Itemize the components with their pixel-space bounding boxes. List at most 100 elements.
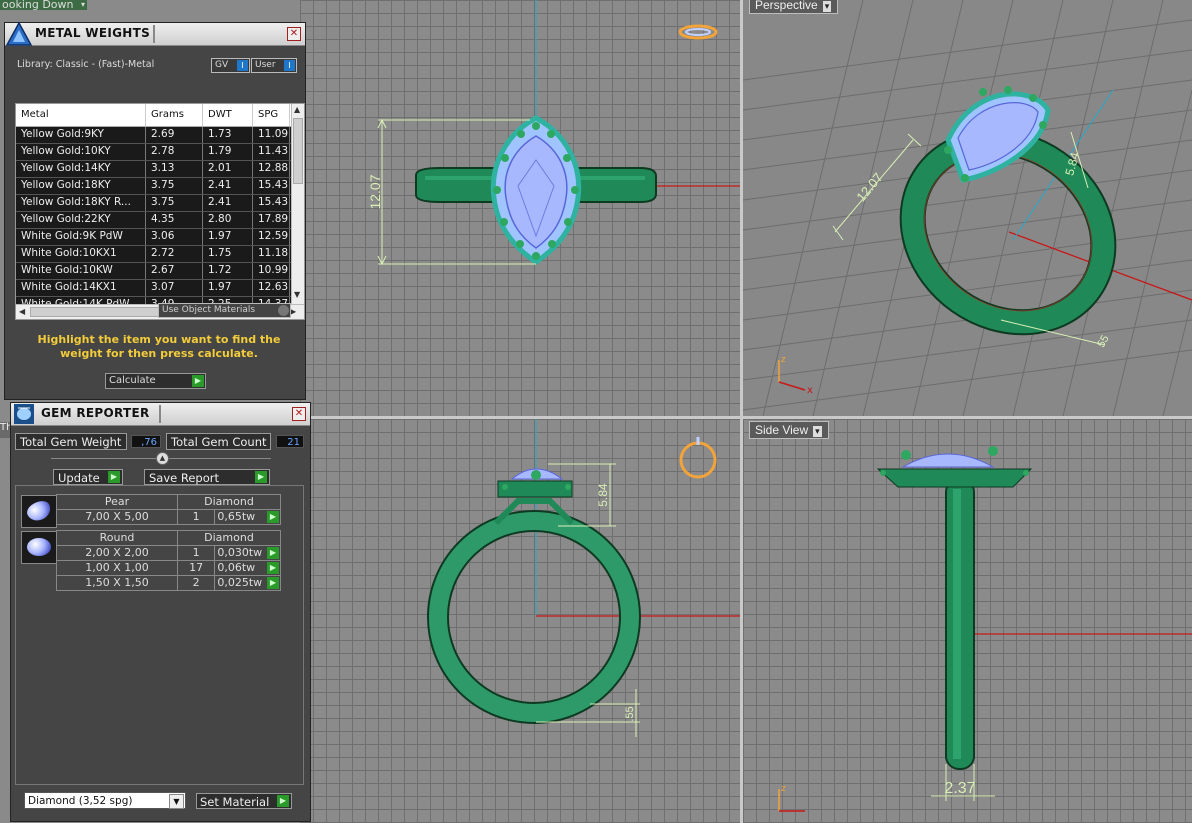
table-row[interactable]: Yellow Gold:22KY 4.35 2.80 17.89	[16, 212, 304, 229]
play-icon: ▶	[277, 795, 289, 807]
scroll-down-icon[interactable]: ▼	[294, 290, 300, 299]
gem-reporter-panel: GEM REPORTER ✕ Total Gem Weight ,76 Tota…	[10, 402, 311, 822]
calculate-button[interactable]: Calculate ▶	[105, 373, 206, 389]
table-cell: Yellow Gold:14KY	[16, 161, 146, 177]
table-row[interactable]: Yellow Gold:10KY 2.78 1.79 11.43	[16, 144, 304, 161]
table-row[interactable]: 1,00 X 1,00 17 0,06tw ▶	[56, 560, 281, 576]
checkbox-icon: I	[237, 60, 248, 71]
column-header-spg[interactable]: SPG	[253, 104, 290, 126]
window-title-fragment: ooking Down ▾	[0, 0, 87, 10]
play-icon[interactable]: ▶	[267, 547, 279, 559]
viewport-splitter-vertical[interactable]	[740, 0, 743, 823]
instruction-note: Highlight the item you want to find the …	[37, 333, 281, 360]
play-icon[interactable]: ▶	[267, 511, 279, 523]
axis-z-label: z	[781, 784, 786, 794]
column-header-grams[interactable]: Grams	[146, 104, 203, 126]
table-row[interactable]: White Gold:10KW 2.67 1.72 10.99	[16, 263, 304, 280]
checkbox-icon: I	[284, 60, 295, 71]
top-view-scene: 12.07	[367, 0, 740, 266]
table-cell: 2.80	[203, 212, 253, 228]
front-view-scene: 5.84 .55	[427, 419, 740, 737]
metal-weights-table[interactable]: Metal Grams DWT SPG Yellow Gold:9KY 2.69 1…	[15, 103, 305, 320]
table-cell: 3.07	[146, 280, 203, 296]
table-cell: White Gold:10KX1	[16, 246, 146, 262]
use-object-materials-checkbox[interactable]: Use Object Materials	[158, 303, 291, 318]
gem-type: Diamond	[177, 494, 281, 510]
round-gem-icon	[21, 531, 57, 564]
user-toggle[interactable]: User I	[251, 58, 297, 73]
column-header-metal[interactable]: Metal	[16, 104, 146, 126]
scroll-thumb[interactable]	[293, 118, 303, 184]
close-icon[interactable]: ✕	[292, 407, 306, 421]
table-row[interactable]: Yellow Gold:18KY R... 3.75 2.41 15.43	[16, 195, 304, 212]
table-row[interactable]: 7,00 X 5,00 1 0,65tw ▶	[56, 509, 281, 525]
table-row[interactable]: 2,00 X 2,00 1 0,030tw ▶	[56, 545, 281, 561]
viewport-side[interactable]: 2.37 z Side View ▾	[743, 419, 1192, 823]
gem-shape: Round	[56, 530, 178, 546]
table-cell: 3.13	[146, 161, 203, 177]
viewport-mode-dropdown[interactable]: Perspective ▾	[749, 0, 839, 14]
gem-total-weight: 0,030tw	[217, 546, 263, 559]
table-row[interactable]: Yellow Gold:9KY 2.69 1.73 11.09	[16, 127, 304, 144]
viewport-front[interactable]: 5.84 .55	[300, 419, 740, 823]
column-header-dwt[interactable]: DWT	[203, 104, 253, 126]
material-select[interactable]: Diamond (3,52 spg) ▼	[24, 792, 186, 809]
halo-gallery	[876, 468, 1033, 488]
metal-weights-titlebar[interactable]: METAL WEIGHTS ✕	[5, 21, 305, 46]
table-cell: 1.73	[203, 127, 253, 143]
table-cell: 17.89	[253, 212, 290, 228]
dimension-label-height: 12.07	[367, 174, 383, 209]
table-cell: 1.97	[203, 229, 253, 245]
gem-count: 1	[176, 545, 216, 561]
gem-reporter-title: GEM REPORTER	[41, 406, 150, 420]
table-row[interactable]: Yellow Gold:18KY 3.75 2.41 15.43	[16, 178, 304, 195]
table-cell: 1.72	[203, 263, 253, 279]
scroll-left-icon[interactable]: ◀	[19, 307, 25, 316]
metal-weights-icon	[5, 21, 33, 46]
table-header: Metal Grams DWT SPG	[16, 104, 304, 127]
table-cell: Yellow Gold:22KY	[16, 212, 146, 228]
gem-total-weight: 0,06tw	[217, 561, 256, 574]
gem-type: Diamond	[177, 530, 281, 546]
gv-toggle[interactable]: GV I	[211, 58, 250, 73]
gem-reporter-titlebar[interactable]: GEM REPORTER ✕	[11, 403, 310, 426]
total-gem-weight-value: ,76	[131, 435, 161, 448]
scroll-up-icon[interactable]: ▲	[294, 105, 300, 114]
table-row[interactable]: White Gold:10KX1 2.72 1.75 11.18	[16, 246, 304, 263]
table-cell: 2.41	[203, 178, 253, 194]
table-cell: Yellow Gold:18KY R...	[16, 195, 146, 211]
orange-ring-icon	[678, 24, 718, 40]
table-cell: 3.75	[146, 195, 203, 211]
table-cell: 2.69	[146, 127, 203, 143]
table-cell: Yellow Gold:18KY	[16, 178, 146, 194]
table-cell: 11.09	[253, 127, 290, 143]
viewport-perspective[interactable]: 12.07 5.84 55 z x Perspective ▾	[743, 0, 1192, 416]
axis-z-label: z	[781, 355, 786, 365]
vertical-scrollbar[interactable]: ▲ ▼	[291, 104, 304, 304]
table-row[interactable]: Yellow Gold:14KY 3.13 2.01 12.88	[16, 161, 304, 178]
close-icon[interactable]: ✕	[287, 27, 301, 41]
play-icon[interactable]: ▶	[267, 577, 279, 589]
table-cell: 2.78	[146, 144, 203, 160]
viewport-splitter-horizontal[interactable]	[300, 416, 1192, 419]
chevron-down-icon: ▾	[822, 1, 832, 12]
table-row[interactable]: White Gold:14KX1 3.07 1.97 12.63	[16, 280, 304, 297]
dimension-label-band: .55	[624, 706, 636, 721]
set-material-button[interactable]: Set Material ▶	[196, 793, 292, 809]
save-report-button[interactable]: Save Report ▶	[144, 469, 270, 485]
collapse-icon[interactable]: ▲	[156, 452, 169, 465]
perspective-grid	[743, 0, 1192, 416]
viewport-mode-dropdown-side[interactable]: Side View ▾	[749, 421, 829, 439]
table-cell: 11.18	[253, 246, 290, 262]
dimension-label-width: 2.37	[944, 780, 975, 797]
pear-stone	[901, 453, 995, 468]
gem-size: 7,00 X 5,00	[56, 509, 178, 525]
update-button[interactable]: Update ▶	[53, 469, 123, 485]
table-row[interactable]: 1,50 X 1,50 2 0,025tw ▶	[56, 575, 281, 591]
play-icon[interactable]: ▶	[267, 562, 279, 574]
viewport-top[interactable]: 12.07	[300, 0, 740, 416]
chevron-down-icon: ▼	[169, 794, 184, 809]
table-row[interactable]: White Gold:9K PdW 3.06 1.97 12.59	[16, 229, 304, 246]
chevron-down-icon: ▾	[813, 426, 822, 437]
dimension-label-height: 5.84	[596, 483, 610, 507]
